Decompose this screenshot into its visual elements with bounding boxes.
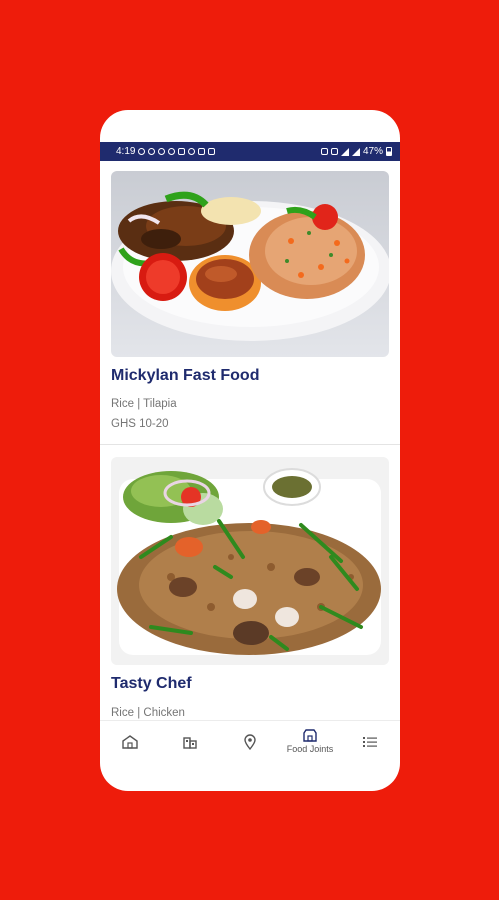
- nav-food-joints[interactable]: Food Joints: [280, 721, 340, 762]
- nav-home[interactable]: [100, 721, 160, 762]
- snapchat-icon: [158, 148, 166, 155]
- nav-location[interactable]: [220, 721, 280, 762]
- home-icon: [121, 734, 139, 750]
- telegram-icon: [148, 148, 156, 155]
- restaurant-list[interactable]: Mickylan Fast Food Rice | Tilapia GHS 10…: [100, 161, 400, 720]
- whatsapp-icon: [138, 148, 146, 155]
- buildings-icon: [182, 734, 198, 750]
- status-bar: 4:19 47%: [100, 142, 400, 161]
- restaurant-price: GHS 10-20: [111, 418, 169, 430]
- restaurant-name[interactable]: Mickylan Fast Food: [111, 367, 259, 385]
- restaurant-category: Rice | Chicken: [111, 707, 185, 719]
- alarm-icon: [320, 148, 328, 155]
- restaurant-card[interactable]: Tasty Chef Rice | Chicken: [100, 457, 400, 720]
- bottom-navigation: Food Joints: [100, 720, 400, 762]
- list-menu-icon: [362, 735, 378, 749]
- battery-icon: [386, 147, 392, 156]
- restaurant-category: Rice | Tilapia: [111, 398, 177, 410]
- telegram-icon: [168, 148, 176, 155]
- signal-icon: [351, 147, 360, 156]
- food-photo: [111, 171, 389, 357]
- bolt-icon: [188, 148, 196, 155]
- battery-percent: 47%: [362, 146, 383, 157]
- vibrate-icon: [330, 148, 338, 155]
- phone-frame: 4:19 47% Mickylan Fast Food Rice | Tilap…: [100, 110, 400, 791]
- card-divider: [100, 444, 400, 445]
- food-photo: [111, 457, 389, 665]
- twitter-icon: [178, 148, 186, 155]
- wifi-icon: [340, 147, 349, 156]
- image-icon: [208, 148, 216, 155]
- nav-food-joints-label: Food Joints: [286, 744, 334, 754]
- restaurant-card[interactable]: Mickylan Fast Food Rice | Tilapia GHS 10…: [100, 161, 400, 444]
- status-time: 4:19: [116, 146, 136, 157]
- nav-menu[interactable]: [340, 721, 400, 762]
- restaurant-name[interactable]: Tasty Chef: [111, 675, 192, 693]
- nav-buildings[interactable]: [160, 721, 220, 762]
- image-icon: [198, 148, 206, 155]
- location-pin-icon: [243, 733, 257, 750]
- storefront-icon: [303, 729, 317, 742]
